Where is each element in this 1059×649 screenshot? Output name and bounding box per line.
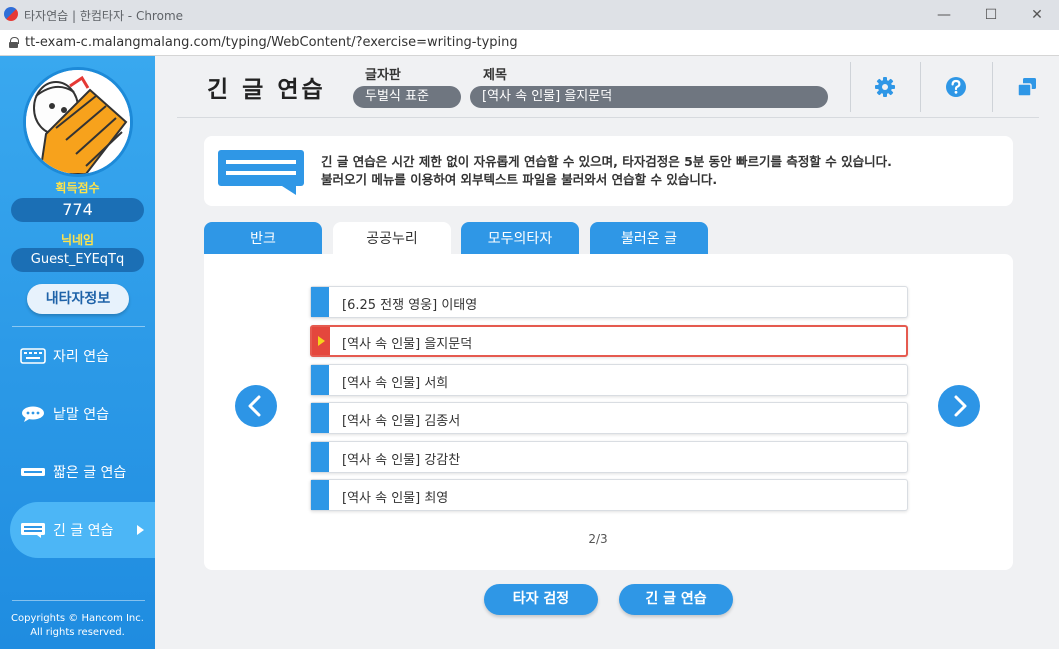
window-icon[interactable] [1016,76,1038,98]
info-box: 긴 글 연습은 시간 제한 없이 자유롭게 연습할 수 있으며, 타자검정은 5… [204,136,1013,206]
close-window-button[interactable]: ✕ [1014,0,1059,30]
header-divider [992,62,993,112]
list-item[interactable]: [역사 속 인물] 김종서 [310,402,908,434]
sidebar-item-word-practice[interactable]: 낱말 연습 [0,386,155,442]
list-item-marker [311,480,329,510]
copyright-line: Copyrights © Hancom Inc. [11,613,144,624]
page-indicator: 2/3 [588,532,608,546]
sidebar-item-label: 긴 글 연습 [53,523,114,539]
list-item-title: [6.25 전쟁 영웅] 이태영 [342,298,478,313]
url-text[interactable]: tt-exam-c.malangmalang.com/typing/WebCon… [25,35,518,50]
header-divider [850,62,851,112]
sidebar-item-label: 낱말 연습 [53,407,109,423]
sidebar-item-label: 짧은 글 연습 [53,465,127,481]
header-divider-line [177,117,1039,118]
sidebar-item-short-text-practice[interactable]: 짧은 글 연습 [0,444,155,500]
nickname-label: 닉네임 [60,233,95,247]
speech-bubble-icon [22,406,44,422]
tab-everyone-typing[interactable]: 모두의타자 [461,222,579,255]
tab-loaded-text[interactable]: 불러온 글 [590,222,708,255]
info-line: 긴 글 연습은 시간 제한 없이 자유롭게 연습할 수 있으며, 타자검정은 5… [321,154,892,169]
maximize-button[interactable]: ☐ [968,0,1014,30]
browser-title-bar: 타자연습 | 한컴타자 - Chrome — ☐ ✕ [0,0,1059,30]
list-item-marker [311,442,329,472]
next-page-button[interactable] [938,385,980,427]
window-title: 타자연습 | 한컴타자 - Chrome [24,9,184,23]
list-item-title: [역사 속 인물] 강감찬 [342,453,461,468]
nickname-value: Guest_EYEqTq [11,248,144,272]
app-logo-icon [4,7,18,21]
page-title: 긴 글 연습 [207,77,326,103]
list-item-title: [역사 속 인물] 을지문덕 [342,337,473,352]
short-text-icon [21,468,45,476]
lock-icon [9,37,19,48]
gear-icon[interactable] [874,76,896,98]
info-line: 불러오기 메뉴를 이용하여 외부텍스트 파일을 불러와서 연습할 수 있습니다. [321,172,718,187]
list-item-title: [역사 속 인물] 서희 [342,376,449,391]
chevron-right-icon [954,395,967,417]
sidebar-item-label: 자리 연습 [53,349,109,365]
list-item[interactable]: [6.25 전쟁 영웅] 이태영 [310,286,908,318]
help-icon[interactable] [945,76,967,98]
document-icon [218,150,304,195]
sidebar: 획득점수 774 닉네임 Guest_EYEqTq 내타자정보 자리 연습 낱말… [0,56,155,649]
score-value: 774 [11,198,144,222]
subject-value[interactable]: [역사 속 인물] 을지문덕 [470,86,828,108]
keyboard-layout-label: 글자판 [365,68,401,83]
list-item-marker [311,287,329,317]
copyright-line: All rights reserved. [30,627,125,638]
minimize-button[interactable]: — [921,0,967,30]
typing-test-button[interactable]: 타자 검정 [484,584,598,615]
list-item-marker [311,365,329,395]
list-item-marker [311,403,329,433]
selected-play-icon [312,327,330,355]
tab-public-nuri[interactable]: 공공누리 [333,222,451,256]
tab-vank[interactable]: 반크 [204,222,322,255]
keyboard-icon [20,348,46,364]
subject-label: 제목 [483,68,507,83]
avatar[interactable] [23,67,133,177]
long-text-practice-button[interactable]: 긴 글 연습 [619,584,733,615]
long-text-icon [21,523,45,538]
sidebar-item-long-text-practice[interactable]: 긴 글 연습 [10,502,155,558]
keyboard-layout-value[interactable]: 두벌식 표준 [353,86,461,108]
copyright: Copyrights © Hancom Inc. All rights rese… [0,612,155,640]
sidebar-item-position-practice[interactable]: 자리 연습 [0,328,155,384]
list-item-selected[interactable]: [역사 속 인물] 을지문덕 [310,325,908,357]
chevron-left-icon [248,395,261,417]
list-item-title: [역사 속 인물] 김종서 [342,414,461,429]
info-text: 긴 글 연습은 시간 제한 없이 자유롭게 연습할 수 있으며, 타자검정은 5… [321,153,892,189]
active-indicator-icon [137,525,144,535]
list-item[interactable]: [역사 속 인물] 서희 [310,364,908,396]
my-typing-info-button[interactable]: 내타자정보 [27,284,129,314]
list-item[interactable]: [역사 속 인물] 강감찬 [310,441,908,473]
sidebar-divider [12,600,145,601]
sidebar-divider [12,326,145,327]
list-item-title: [역사 속 인물] 최영 [342,491,449,506]
list-item[interactable]: [역사 속 인물] 최영 [310,479,908,511]
avatar-illustration-icon [26,70,130,174]
previous-page-button[interactable] [235,385,277,427]
score-label: 획득점수 [55,181,100,195]
header-divider [920,62,921,112]
address-bar[interactable]: tt-exam-c.malangmalang.com/typing/WebCon… [0,30,1059,56]
